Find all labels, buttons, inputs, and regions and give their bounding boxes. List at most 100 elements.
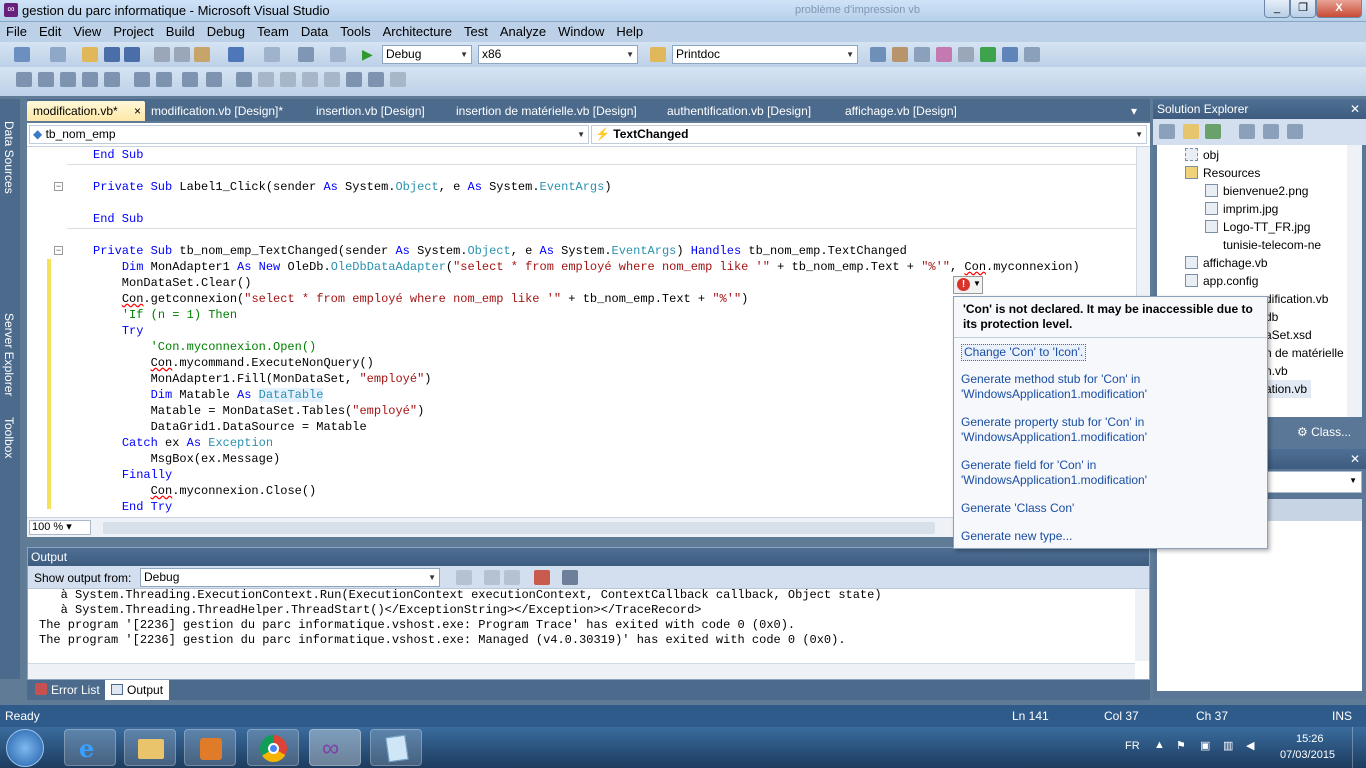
- object-browser-icon[interactable]: [914, 47, 930, 62]
- toolbox-icon[interactable]: [936, 47, 952, 62]
- clock-time[interactable]: 15:26: [1296, 733, 1324, 745]
- start-button[interactable]: [6, 729, 44, 767]
- tab-error-list[interactable]: Error List: [29, 680, 106, 700]
- show-desktop-button[interactable]: [1352, 727, 1366, 768]
- output-scrollbar[interactable]: [1135, 589, 1149, 661]
- data-sources-tab[interactable]: Data Sources: [2, 121, 16, 194]
- uncomment-icon[interactable]: [182, 72, 198, 87]
- word-wrap-icon[interactable]: [562, 570, 578, 585]
- complete-word-icon[interactable]: [82, 72, 98, 87]
- parameter-info-icon[interactable]: [38, 72, 54, 87]
- command-window-icon[interactable]: [1024, 47, 1040, 62]
- tree-item[interactable]: aSet.xsd: [1265, 326, 1312, 344]
- menu-edit[interactable]: Edit: [33, 22, 67, 42]
- tree-item[interactable]: Logo-TT_FR.jpg: [1205, 218, 1310, 236]
- quick-info-icon[interactable]: [60, 72, 76, 87]
- navigate-forward-icon[interactable]: [330, 47, 346, 62]
- close-tab-icon[interactable]: ×: [134, 101, 141, 121]
- horizontal-scrollbar[interactable]: [103, 522, 935, 534]
- tab-insertion-materielle-design[interactable]: insertion de matérielle.vb [Design]: [450, 101, 643, 121]
- menu-architecture[interactable]: Architecture: [377, 22, 458, 42]
- tree-item[interactable]: n de matérielle: [1265, 344, 1344, 362]
- add-item-icon[interactable]: [50, 47, 66, 62]
- language-indicator[interactable]: FR: [1125, 740, 1140, 752]
- minimize-button[interactable]: _: [1264, 0, 1290, 18]
- prev-message-icon[interactable]: [484, 570, 500, 585]
- collapse-toggle[interactable]: −: [54, 246, 63, 255]
- properties-icon[interactable]: [892, 47, 908, 62]
- close-icon[interactable]: ✕: [1350, 449, 1360, 469]
- tab-modification-vb[interactable]: modification.vb* ×: [27, 101, 145, 121]
- view-code-icon[interactable]: [1239, 124, 1255, 139]
- flag-icon[interactable]: ⚑: [1176, 739, 1186, 752]
- tools-icon[interactable]: [958, 47, 974, 62]
- paste-icon[interactable]: [194, 47, 210, 62]
- redo-icon[interactable]: [264, 47, 280, 62]
- generate-method-stub-action[interactable]: Generate method stub for 'Con' in 'Windo…: [961, 372, 1261, 402]
- generate-new-type-action[interactable]: Generate new type...: [961, 529, 1261, 544]
- solution-platform-combo[interactable]: x86 ▼: [478, 45, 638, 64]
- tree-scrollbar[interactable]: [1347, 145, 1362, 417]
- indent-icon[interactable]: [104, 72, 120, 87]
- tab-affichage-design[interactable]: affichage.vb [Design]: [839, 101, 963, 121]
- maximize-button[interactable]: ❐: [1290, 0, 1316, 18]
- tree-item[interactable]: dification.vb: [1265, 290, 1328, 308]
- menu-file[interactable]: File: [0, 22, 33, 42]
- member-list-icon[interactable]: [16, 72, 32, 87]
- zoom-combo[interactable]: 100 % ▾: [29, 520, 91, 535]
- notepad-icon[interactable]: [370, 729, 422, 766]
- chrome-icon[interactable]: [247, 729, 299, 766]
- tab-insertion-design[interactable]: insertion.vb [Design]: [310, 101, 431, 121]
- show-all-files-icon[interactable]: [1183, 124, 1199, 139]
- generate-class-action[interactable]: Generate 'Class Con': [961, 501, 1261, 516]
- menu-build[interactable]: Build: [160, 22, 201, 42]
- tree-item[interactable]: imprim.jpg: [1205, 200, 1278, 218]
- server-explorer-tab[interactable]: Server Explorer: [2, 313, 16, 396]
- class-view-tab[interactable]: ⚙ Class...: [1297, 425, 1351, 439]
- new-project-icon[interactable]: [14, 47, 30, 62]
- menu-data[interactable]: Data: [295, 22, 334, 42]
- clear-bookmarks-icon[interactable]: [390, 72, 406, 87]
- internet-explorer-icon[interactable]: e: [64, 729, 116, 766]
- refresh-icon[interactable]: [1205, 124, 1221, 139]
- visual-studio-taskbar-icon[interactable]: ∞: [309, 729, 361, 766]
- solution-configuration-combo[interactable]: Debug ▼: [382, 45, 472, 64]
- go-to-message-icon[interactable]: [456, 570, 472, 585]
- clock-date[interactable]: 07/03/2015: [1280, 749, 1335, 761]
- menu-help[interactable]: Help: [610, 22, 649, 42]
- copy-icon[interactable]: [174, 47, 190, 62]
- network-icon[interactable]: ▥: [1223, 739, 1233, 752]
- tab-authentification-design[interactable]: authentification.vb [Design]: [661, 101, 817, 121]
- tree-item[interactable]: Resources: [1185, 164, 1260, 182]
- start-page-icon[interactable]: [1002, 47, 1018, 62]
- menu-view[interactable]: View: [67, 22, 107, 42]
- volume-icon[interactable]: ◀: [1246, 739, 1254, 752]
- menu-debug[interactable]: Debug: [201, 22, 251, 42]
- prev-bookmark-icon[interactable]: [258, 72, 274, 87]
- menu-window[interactable]: Window: [552, 22, 610, 42]
- clear-all-icon[interactable]: [534, 570, 550, 585]
- tree-item[interactable]: affichage.vb: [1185, 254, 1268, 272]
- media-player-icon[interactable]: [184, 729, 236, 766]
- save-all-icon[interactable]: [124, 47, 140, 62]
- next-message-icon[interactable]: [504, 570, 520, 585]
- show-hidden-icons[interactable]: ▲: [1154, 739, 1165, 751]
- tree-item[interactable]: obj: [1185, 146, 1219, 164]
- event-combo[interactable]: ⚡ TextChanged ▼: [591, 125, 1147, 144]
- tab-modification-design[interactable]: modification.vb [Design]*: [145, 101, 289, 121]
- tree-item[interactable]: tunisie-telecom-ne: [1205, 236, 1347, 254]
- output-hscrollbar[interactable]: [28, 663, 1135, 679]
- error-smart-tag[interactable]: ! ▼: [953, 276, 983, 294]
- menu-test[interactable]: Test: [458, 22, 494, 42]
- start-debugging-icon[interactable]: ▶: [362, 47, 378, 62]
- save-icon[interactable]: [104, 47, 120, 62]
- find-combo[interactable]: Printdoc ▼: [672, 45, 858, 64]
- tree-item[interactable]: app.config: [1185, 272, 1258, 290]
- toggle-bookmark-icon[interactable]: [236, 72, 252, 87]
- bookmark-icon[interactable]: [206, 72, 222, 87]
- menu-analyze[interactable]: Analyze: [494, 22, 552, 42]
- comment-icon[interactable]: [156, 72, 172, 87]
- tab-overflow-icon[interactable]: ▾: [1125, 101, 1143, 121]
- outdent-icon[interactable]: [134, 72, 150, 87]
- close-button[interactable]: X: [1316, 0, 1362, 18]
